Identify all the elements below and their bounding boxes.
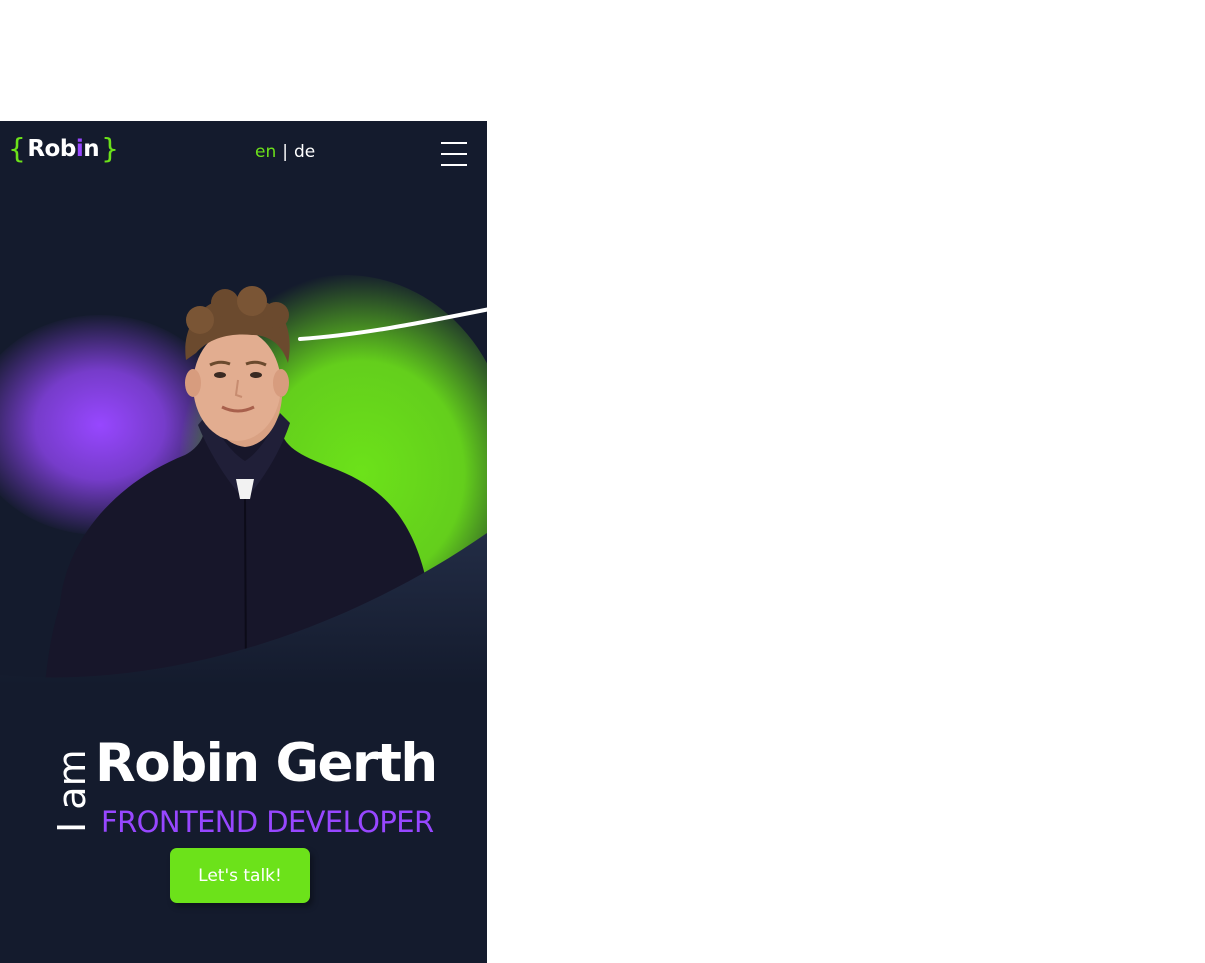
- logo-text-start: Rob: [27, 136, 76, 162]
- logo-close-brace: }: [101, 132, 119, 165]
- language-en-link[interactable]: en: [255, 142, 276, 162]
- site-header: { Rob i n } en | de: [0, 121, 487, 185]
- hero-visual: [0, 185, 487, 685]
- language-switcher: en | de: [255, 142, 315, 162]
- hero-role: FRONTEND DEVELOPER: [101, 805, 434, 839]
- logo-text-accent: i: [75, 136, 84, 162]
- logo[interactable]: { Rob i n }: [6, 133, 120, 165]
- language-separator: |: [282, 142, 288, 162]
- intro-text: I am: [50, 743, 94, 833]
- hero-bottom-curve: [0, 533, 487, 685]
- language-de-link[interactable]: de: [294, 142, 315, 162]
- lets-talk-button[interactable]: Let's talk!: [170, 848, 310, 903]
- hero-name: Robin Gerth: [95, 733, 438, 794]
- portfolio-page: { Rob i n } en | de I am Robin Gerth FRO…: [0, 121, 487, 963]
- logo-text-end: n: [83, 136, 100, 162]
- intro-label: I am: [50, 749, 94, 833]
- hamburger-menu-icon[interactable]: [441, 140, 467, 168]
- logo-open-brace: {: [8, 132, 26, 165]
